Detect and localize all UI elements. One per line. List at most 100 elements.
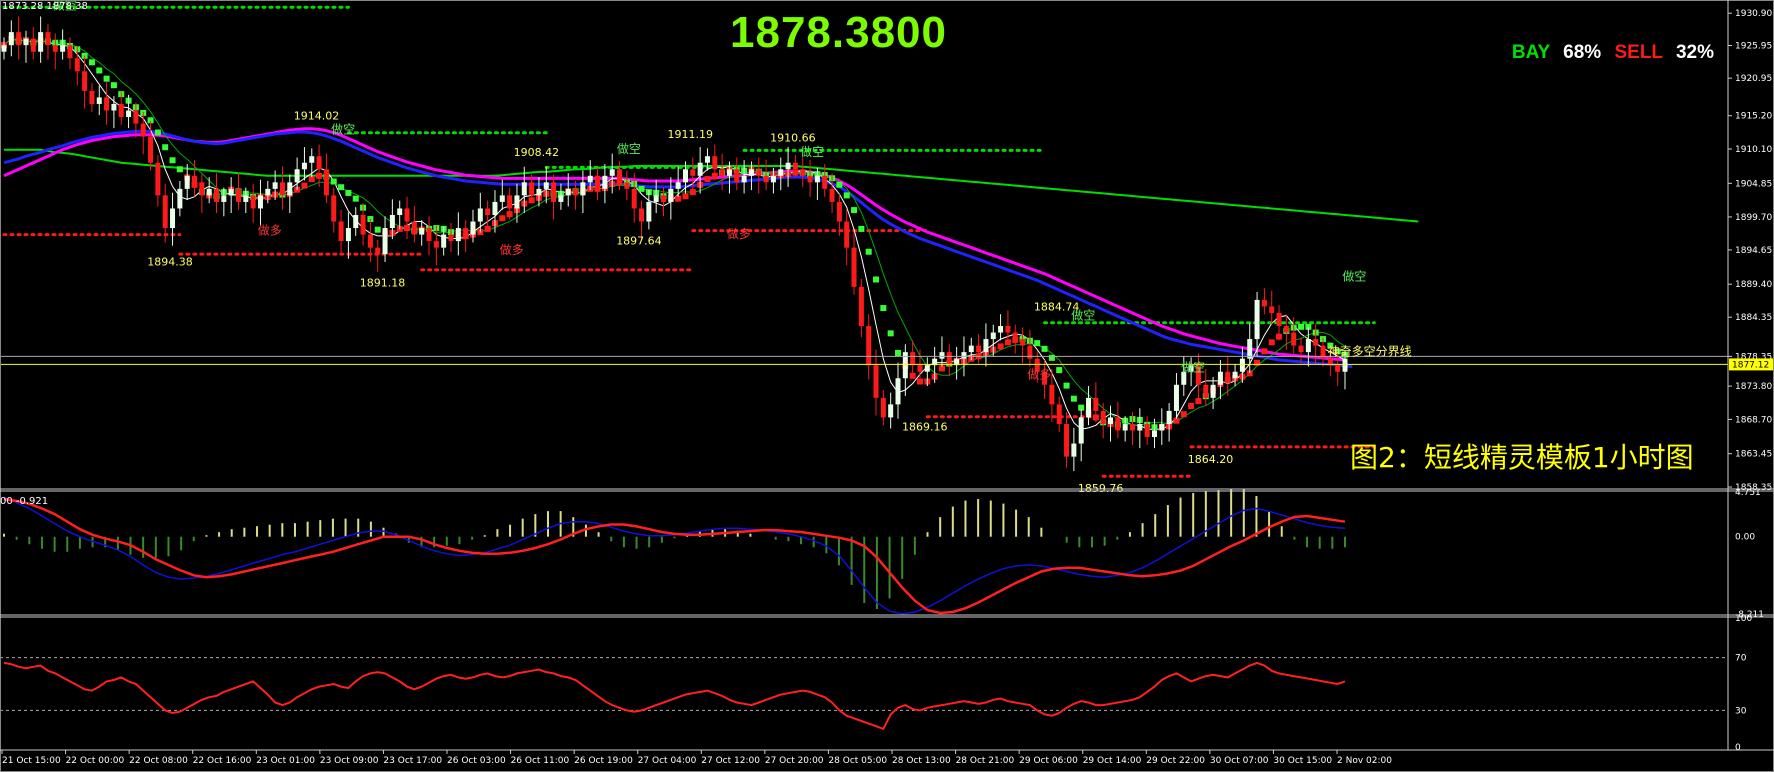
candle-body: [595, 175, 601, 189]
trend-band-block: [345, 189, 352, 196]
time-tick-label: 27 Oct 20:00: [765, 756, 824, 766]
candle-body: [1305, 339, 1311, 353]
candle-body: [653, 195, 659, 202]
candle-body: [1342, 358, 1348, 372]
candle-body: [514, 195, 520, 209]
macd-readout: 00 -0.921: [0, 496, 49, 507]
candle-body: [976, 345, 982, 353]
sell-label: SELL: [1614, 42, 1663, 63]
candle-body: [111, 103, 117, 111]
candle-body: [624, 182, 630, 189]
candle-body: [800, 169, 806, 176]
candle-body: [331, 195, 337, 222]
candle-body: [16, 32, 22, 46]
candle-body: [1137, 423, 1143, 431]
candle-body: [822, 175, 828, 189]
price-tick-label: 1868.70: [1735, 415, 1772, 425]
candle-body: [1159, 423, 1165, 431]
candle-body: [1269, 306, 1275, 313]
time-tick-label: 30 Oct 07:00: [1210, 756, 1269, 766]
candle-body: [756, 169, 762, 176]
candle-body: [895, 378, 901, 405]
candle-body: [1247, 339, 1253, 359]
candle-body: [1151, 430, 1157, 438]
candle-body: [558, 195, 564, 202]
candle-body: [836, 201, 842, 222]
candle-body: [807, 175, 813, 183]
candle-body: [1261, 299, 1267, 307]
price-tick-label: 1884.35: [1735, 313, 1772, 323]
trend-band-block: [997, 343, 1004, 350]
time-tick-label: 2 Nov 02:00: [1337, 756, 1392, 766]
trend-band-block: [682, 193, 689, 200]
candle-body: [228, 188, 234, 196]
time-tick-label: 27 Oct 12:00: [701, 756, 760, 766]
bay-value: 68%: [1563, 42, 1602, 63]
candle-body: [829, 188, 835, 202]
candle-body: [448, 234, 454, 242]
candle-body: [968, 345, 974, 353]
trend-band-block: [176, 166, 183, 173]
trend-band-block: [96, 67, 103, 74]
candle-body: [287, 182, 293, 196]
candle-body: [1078, 417, 1084, 444]
trend-band-block: [638, 185, 645, 192]
candle-body: [609, 169, 615, 176]
candle-body: [697, 162, 703, 176]
trend-band-block: [499, 215, 506, 222]
trend-band-block: [1048, 354, 1055, 361]
candle-body: [631, 188, 637, 209]
candle-body: [983, 339, 989, 353]
swing-high-label: 1911.19: [667, 128, 713, 141]
rsi-tick-label: 70: [1735, 654, 1747, 664]
candle-body: [785, 162, 791, 170]
trend-band-block: [1261, 348, 1268, 355]
time-tick-label: 22 Oct 08:00: [129, 756, 188, 766]
swing-high-label: 1914.02: [294, 109, 340, 122]
candle-body: [433, 241, 439, 248]
candle-body: [104, 97, 110, 111]
candle-body: [565, 188, 571, 196]
candle-body: [910, 352, 916, 366]
candle-body: [45, 32, 51, 46]
candle-body: [184, 175, 190, 189]
candle-body: [1313, 339, 1319, 346]
candle-body: [946, 352, 952, 366]
candle-body: [162, 195, 168, 229]
trend-band-block: [1070, 395, 1077, 402]
trend-band-block: [836, 181, 843, 188]
candle-body: [199, 182, 205, 196]
trend-band-block: [1063, 382, 1070, 389]
candle-body: [1115, 417, 1121, 431]
candle-body: [712, 156, 718, 170]
candle-body: [1210, 384, 1216, 398]
candle-body: [814, 175, 820, 183]
candle-body: [404, 208, 410, 222]
trend-band-block: [110, 82, 117, 89]
trend-band-block: [858, 225, 865, 232]
candle-body: [470, 221, 476, 235]
candle-body: [888, 404, 894, 418]
candle-body: [536, 188, 542, 196]
candle-body: [96, 97, 102, 104]
candle-body: [1086, 397, 1092, 418]
candle-body: [38, 32, 44, 52]
trend-band-block: [374, 226, 381, 233]
chart-canvas: 1914.021908.421911.19 1910.661884.741894.…: [0, 0, 1774, 772]
candle-body: [602, 175, 608, 189]
candle-body: [419, 228, 425, 235]
trend-band-block: [704, 176, 711, 183]
trend-band-block: [851, 207, 858, 214]
swing-low-label: 1859.76: [1078, 482, 1124, 495]
trend-band-block: [873, 276, 880, 283]
sell-value: 32%: [1675, 42, 1714, 63]
candle-body: [939, 352, 945, 359]
candle-body: [726, 169, 732, 176]
time-tick-label: 26 Oct 19:00: [574, 756, 633, 766]
price-tick-label: 1925.95: [1735, 42, 1772, 52]
candle-body: [1173, 384, 1179, 411]
time-tick-label: 28 Oct 13:00: [892, 756, 951, 766]
time-tick-label: 29 Oct 22:00: [1146, 756, 1205, 766]
current-price-display: 1878.3800: [730, 8, 947, 57]
candle-body: [675, 182, 681, 189]
